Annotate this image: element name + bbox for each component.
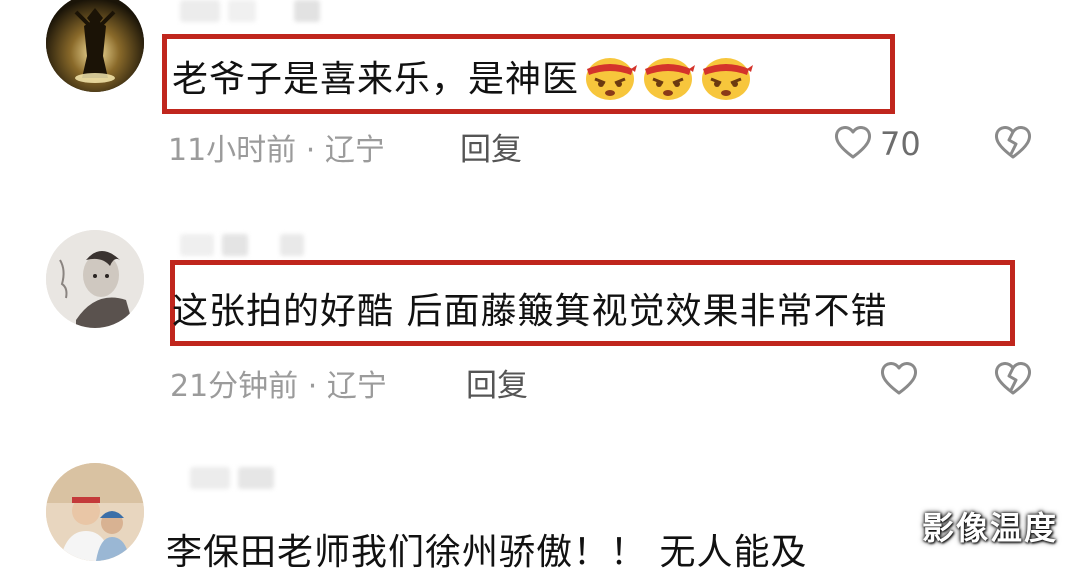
username-redacted[interactable]	[190, 467, 274, 491]
heart-outline-icon	[880, 360, 918, 400]
like-button[interactable]: 70	[834, 124, 921, 164]
comment-location: 辽宁	[324, 133, 385, 168]
angry-headband-emoji-icon	[583, 53, 638, 110]
username-redacted[interactable]	[180, 0, 320, 24]
comment-meta: 11小时前 · 辽宁	[168, 125, 385, 169]
watermark: 影像温度	[921, 509, 1058, 547]
comment-location: 辽宁	[326, 369, 387, 404]
dislike-button[interactable]	[994, 360, 1032, 400]
heart-outline-icon	[834, 124, 872, 164]
avatar-image	[46, 230, 144, 328]
reply-button[interactable]: 回复	[460, 124, 522, 169]
comment-time: 11小时前	[168, 133, 297, 168]
comment-item-3: 李保田老师我们徐州骄傲！！ 无人能及	[0, 455, 1080, 573]
comment-text: 老爷子是喜来乐，是神医	[172, 50, 754, 110]
username-redacted[interactable]	[180, 234, 304, 258]
reply-button[interactable]: 回复	[466, 360, 528, 405]
like-button[interactable]	[880, 360, 926, 400]
comment-item-2: 这张拍的好酷 后面藤簸箕视觉效果非常不错 21分钟前 · 辽宁 回复	[0, 220, 1080, 420]
avatar[interactable]	[46, 463, 144, 561]
angry-headband-emoji-icon	[699, 53, 754, 110]
avatar-image	[46, 0, 144, 92]
avatar[interactable]	[46, 230, 144, 328]
comment-item-1: 老爷子是喜来乐，是神医 11小时前 · 辽宁 回复 70	[0, 0, 1080, 200]
avatar-image	[46, 463, 144, 561]
broken-heart-icon	[994, 362, 1032, 400]
comment-meta: 21分钟前 · 辽宁	[170, 361, 387, 405]
broken-heart-icon	[994, 126, 1032, 164]
comment-text: 李保田老师我们徐州骄傲！！ 无人能及	[166, 532, 808, 573]
like-count: 70	[880, 125, 921, 163]
avatar[interactable]	[46, 0, 144, 92]
meta-separator: ·	[307, 369, 318, 404]
comment-time: 21分钟前	[170, 369, 299, 404]
angry-headband-emoji-icon	[641, 53, 696, 110]
dislike-button[interactable]	[994, 124, 1032, 164]
meta-separator: ·	[305, 133, 316, 168]
comment-text: 这张拍的好酷 后面藤簸箕视觉效果非常不错	[172, 291, 888, 332]
